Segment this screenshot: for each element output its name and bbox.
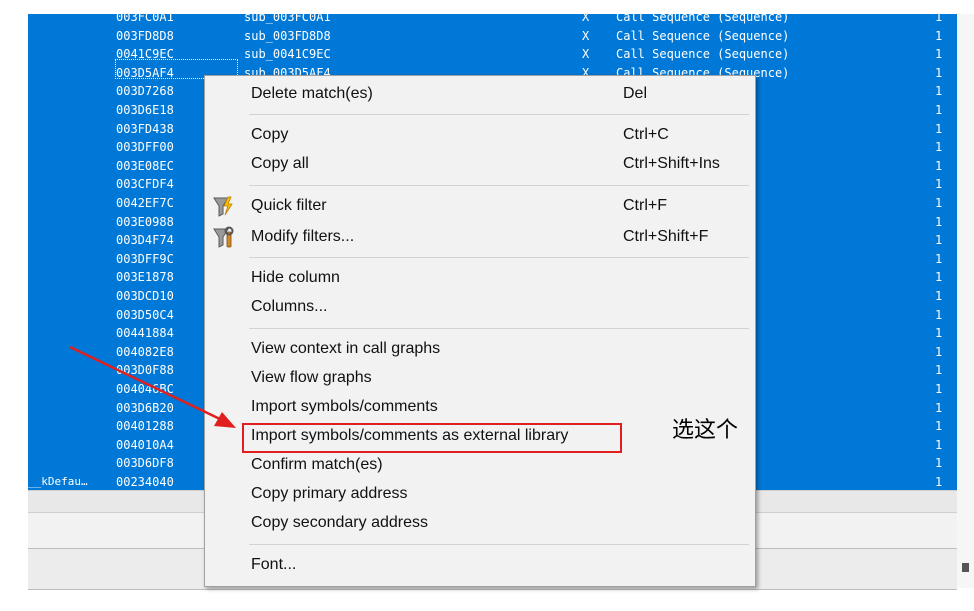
menu-separator bbox=[249, 114, 749, 115]
row-count: 1 bbox=[935, 103, 943, 117]
row-function-name: sub_003FC0A1 bbox=[244, 14, 331, 24]
menu-item-copy-primary-address[interactable]: Copy primary address bbox=[205, 481, 755, 509]
row-function-name: sub_0041C9EC bbox=[244, 47, 331, 62]
menu-item-shortcut: Del bbox=[623, 85, 648, 102]
table-row[interactable]: 003FC0A1 sub_003FC0A1 X Call Sequence (Sequ… bbox=[28, 14, 957, 27]
row-address: 0041C9EC bbox=[116, 47, 174, 62]
row-count: 1 bbox=[935, 214, 943, 229]
row-count: 1 bbox=[935, 326, 943, 341]
row-function-name: sub_003FD8D8 bbox=[244, 28, 331, 43]
menu-item-label: Modify filters... bbox=[251, 228, 355, 245]
row-match-type: Call Sequence (Sequence) bbox=[616, 28, 790, 43]
row-address: 003FD8D8 bbox=[116, 28, 174, 43]
row-count: 1 bbox=[935, 400, 943, 415]
row-count: 1 bbox=[935, 270, 943, 285]
menu-item-label: Copy bbox=[251, 126, 289, 143]
row-count: 1 bbox=[935, 84, 943, 99]
right-edge-panel bbox=[957, 14, 974, 588]
row-count: 1 bbox=[935, 14, 943, 24]
row-count: 1 bbox=[935, 419, 943, 434]
annotation-note: 选这个 bbox=[672, 418, 739, 443]
resize-grip-icon[interactable] bbox=[962, 563, 969, 572]
row-match-type: Call Sequence (Sequence) bbox=[616, 14, 790, 24]
menu-item-font[interactable]: Font... bbox=[205, 552, 755, 580]
menu-item-hide-column[interactable]: Hide column bbox=[205, 265, 755, 293]
menu-item-confirm-matches[interactable]: Confirm match(es) bbox=[205, 452, 755, 480]
row-count: 1 bbox=[935, 121, 943, 136]
row-count: 1 bbox=[935, 251, 943, 266]
menu-item-label: View context in call graphs bbox=[251, 340, 441, 357]
row-count: 1 bbox=[935, 158, 943, 173]
menu-item-label: Quick filter bbox=[251, 197, 327, 214]
menu-item-label: Confirm match(es) bbox=[251, 456, 383, 473]
menu-item-columns[interactable]: Columns... bbox=[205, 294, 755, 322]
row-flag: X bbox=[582, 28, 590, 43]
menu-item-shortcut: Ctrl+C bbox=[623, 126, 669, 143]
row-count: 1 bbox=[935, 344, 943, 359]
menu-separator bbox=[249, 257, 749, 258]
menu-item-delete-matches[interactable]: Delete match(es) Del bbox=[205, 81, 755, 109]
row-flag: X bbox=[582, 47, 590, 62]
menu-item-shortcut: Ctrl+F bbox=[623, 197, 667, 214]
menu-item-label: Font... bbox=[251, 556, 297, 573]
row-count: 1 bbox=[935, 196, 943, 210]
menu-item-copy-all[interactable]: Copy all Ctrl+Shift+Ins bbox=[205, 151, 755, 179]
menu-item-label: Copy primary address bbox=[251, 485, 408, 502]
menu-item-shortcut: Ctrl+Shift+F bbox=[623, 228, 709, 245]
menu-item-label: Hide column bbox=[251, 269, 340, 286]
menu-item-view-flow-graphs[interactable]: View flow graphs bbox=[205, 365, 755, 393]
row-count: 1 bbox=[935, 140, 943, 155]
menu-separator bbox=[249, 544, 749, 545]
row-count: 1 bbox=[935, 307, 943, 322]
row-count: 1 bbox=[935, 363, 943, 378]
row-count: 1 bbox=[935, 47, 943, 62]
row-prefix: __kDefau… bbox=[28, 475, 88, 488]
row-count: 1 bbox=[935, 233, 943, 248]
row-count: 1 bbox=[935, 437, 943, 452]
row-count: 1 bbox=[935, 456, 943, 471]
row-flag: X bbox=[582, 14, 590, 24]
row-address: 003FC0A1 bbox=[116, 14, 174, 24]
menu-item-label: View flow graphs bbox=[251, 369, 372, 386]
row-match-type: Call Sequence (Sequence) bbox=[616, 47, 790, 62]
menu-item-label: Copy all bbox=[251, 155, 309, 172]
row-count: 1 bbox=[935, 28, 943, 43]
filter-lightning-icon bbox=[212, 195, 236, 219]
row-count: 1 bbox=[935, 177, 943, 192]
menu-item-label: Copy secondary address bbox=[251, 514, 428, 531]
row-count: 1 bbox=[935, 289, 943, 303]
row-count: 1 bbox=[935, 65, 943, 80]
menu-separator bbox=[249, 185, 749, 186]
table-row[interactable]: 003FD8D8 sub_003FD8D8 X Call Sequence (Sequ… bbox=[28, 27, 957, 46]
highlight-box bbox=[242, 423, 622, 453]
menu-separator bbox=[249, 328, 749, 329]
menu-item-label: Delete match(es) bbox=[251, 85, 373, 102]
row-count: 1 bbox=[935, 475, 943, 489]
context-menu: Delete match(es) Del Copy Ctrl+C Copy al… bbox=[204, 75, 756, 587]
menu-item-modify-filters[interactable]: Modify filters... Ctrl+Shift+F bbox=[205, 224, 755, 252]
filter-wrench-icon bbox=[212, 226, 236, 250]
menu-item-shortcut: Ctrl+Shift+Ins bbox=[623, 155, 720, 172]
row-count: 1 bbox=[935, 382, 943, 396]
menu-item-view-context[interactable]: View context in call graphs bbox=[205, 336, 755, 364]
menu-item-copy-secondary-address[interactable]: Copy secondary address bbox=[205, 510, 755, 538]
menu-item-quick-filter[interactable]: Quick filter Ctrl+F bbox=[205, 193, 755, 221]
menu-item-label: Import symbols/comments bbox=[251, 398, 438, 415]
table-row[interactable]: 0041C9EC sub_0041C9EC X Call Sequence (Sequ… bbox=[28, 45, 957, 64]
menu-item-label: Columns... bbox=[251, 298, 328, 315]
menu-item-copy[interactable]: Copy Ctrl+C bbox=[205, 122, 755, 150]
